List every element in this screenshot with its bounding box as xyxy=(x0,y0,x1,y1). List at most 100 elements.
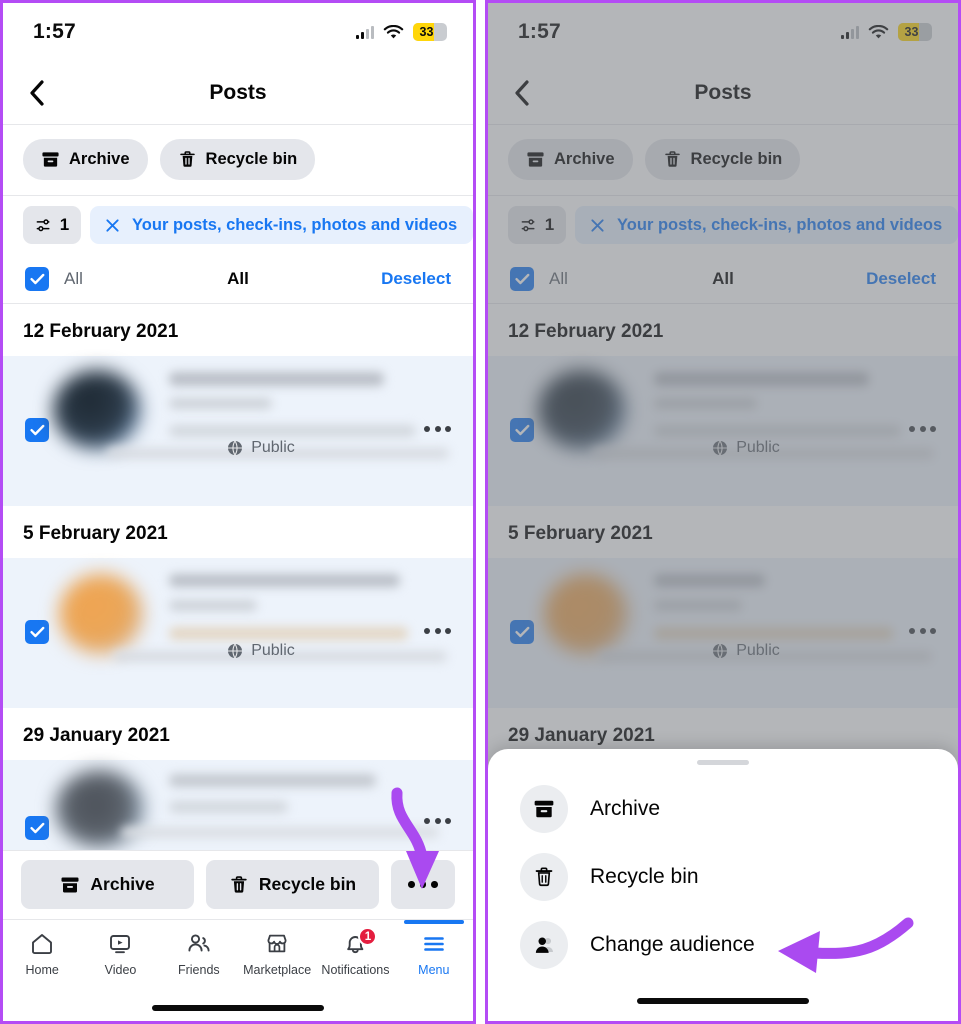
post-row[interactable] xyxy=(3,760,473,852)
archive-box-icon xyxy=(534,800,554,818)
header-chip-archive[interactable]: Archive xyxy=(23,139,148,180)
check-icon xyxy=(29,273,44,284)
post-row[interactable]: Public xyxy=(3,558,473,708)
page-title: Posts xyxy=(694,80,752,104)
status-icons: 33 xyxy=(355,23,447,41)
trash-icon xyxy=(231,875,247,893)
sheet-item-recycle-bin[interactable]: Recycle bin xyxy=(488,843,958,911)
post-date-header: 12 February 2021 xyxy=(488,304,958,356)
marketplace-icon xyxy=(267,934,287,953)
filter-button[interactable]: 1 xyxy=(508,206,566,244)
active-filter-pill[interactable]: Your posts, check-ins, photos and videos xyxy=(575,206,958,244)
check-icon xyxy=(29,626,44,638)
status-bar: 1:57 33 xyxy=(3,3,473,61)
battery-icon: 33 xyxy=(413,23,447,41)
post-privacy-label: Public xyxy=(251,642,295,659)
tab-friends[interactable]: Friends xyxy=(161,931,237,977)
header-chip-recycle-bin[interactable]: Recycle bin xyxy=(159,139,316,180)
back-button[interactable] xyxy=(23,79,51,107)
status-clock: 1:57 xyxy=(33,20,76,43)
globe-icon xyxy=(713,440,728,456)
tab-marketplace-label: Marketplace xyxy=(243,963,312,977)
post-more-button[interactable] xyxy=(424,628,451,634)
post-privacy-label: Public xyxy=(251,439,295,456)
post-more-button[interactable] xyxy=(424,818,451,824)
sheet-item-archive-label: Archive xyxy=(590,797,661,820)
tab-bar-wrap: Home Video Friends Marketplace 1 Notific… xyxy=(3,919,473,995)
archive-icon-circle xyxy=(520,785,568,833)
select-all-checkbox[interactable] xyxy=(510,266,534,291)
post-more-button[interactable] xyxy=(909,426,936,432)
sheet-item-recycle-bin-label: Recycle bin xyxy=(590,865,699,888)
tab-menu[interactable]: Menu xyxy=(396,920,472,977)
check-icon xyxy=(29,424,44,436)
post-sub-line xyxy=(654,600,742,611)
sheet-item-archive[interactable]: Archive xyxy=(488,775,958,843)
post-checkbox[interactable] xyxy=(25,816,49,840)
chevron-left-icon xyxy=(515,79,529,106)
post-checkbox[interactable] xyxy=(25,418,49,442)
post-row[interactable]: Public xyxy=(488,558,958,708)
post-body-line-1 xyxy=(169,627,408,640)
action-recycle-bin-button[interactable]: Recycle bin xyxy=(206,860,379,909)
sliders-icon xyxy=(36,218,50,231)
header-chip-recycle-bin[interactable]: Recycle bin xyxy=(644,139,801,180)
post-row[interactable]: Public xyxy=(3,356,473,506)
post-avatar xyxy=(538,370,626,450)
post-privacy-label: Public xyxy=(736,642,780,659)
post-sub-line xyxy=(169,801,289,813)
notifications-badge: 1 xyxy=(358,927,378,946)
post-title-line xyxy=(654,574,766,587)
status-bar: 1:57 33 xyxy=(488,3,958,61)
select-all-row: All All Deselect xyxy=(3,254,473,304)
filter-button[interactable]: 1 xyxy=(23,206,81,244)
friends-icon xyxy=(188,934,210,952)
post-row[interactable]: Public xyxy=(488,356,958,506)
post-checkbox[interactable] xyxy=(25,620,49,644)
post-more-button[interactable] xyxy=(424,426,451,432)
tab-home[interactable]: Home xyxy=(4,931,80,977)
post-preview-content: Public xyxy=(49,366,473,459)
post-privacy: Public xyxy=(534,642,958,660)
back-button[interactable] xyxy=(508,79,536,107)
select-all-row: All All Deselect xyxy=(488,254,958,304)
page-title: Posts xyxy=(209,80,267,104)
change-audience-icon-circle xyxy=(520,921,568,969)
trash-icon xyxy=(179,151,195,167)
tab-bar: Home Video Friends Marketplace 1 Notific… xyxy=(3,919,473,995)
header-chip-recycle-bin-label: Recycle bin xyxy=(690,150,783,168)
active-filter-pill[interactable]: Your posts, check-ins, photos and videos xyxy=(90,206,473,244)
post-checkbox[interactable] xyxy=(510,620,534,644)
post-more-button[interactable] xyxy=(909,628,936,634)
check-icon xyxy=(29,822,44,834)
screenshot-stage: 1:57 33 Posts Archive Recycle bin 1 Your… xyxy=(0,0,961,1024)
close-x-icon[interactable] xyxy=(104,217,121,234)
tab-notifications[interactable]: 1 Notifications xyxy=(317,927,393,977)
sheet-item-change-audience[interactable]: Change audience xyxy=(488,911,958,979)
select-all-checkbox[interactable] xyxy=(25,266,49,291)
right-screen: 1:57 33 Posts Archive Recycle bin 1 Your… xyxy=(488,3,958,1021)
close-x-icon[interactable] xyxy=(589,217,606,234)
chevron-left-icon xyxy=(30,79,44,106)
bottom-sheet: Archive Recycle bin Change audience xyxy=(488,749,958,1021)
deselect-button[interactable]: Deselect xyxy=(381,269,451,289)
deselect-button[interactable]: Deselect xyxy=(866,269,936,289)
tab-marketplace[interactable]: Marketplace xyxy=(239,931,315,977)
tab-video[interactable]: Video xyxy=(82,931,158,977)
action-archive-button[interactable]: Archive xyxy=(21,860,194,909)
post-avatar xyxy=(53,370,141,450)
hamburger-menu-icon xyxy=(423,937,444,951)
header-chip-archive[interactable]: Archive xyxy=(508,139,633,180)
select-all-label: All xyxy=(64,268,83,288)
battery-icon: 33 xyxy=(898,23,932,41)
post-body-line-1 xyxy=(169,425,416,437)
post-privacy: Public xyxy=(49,439,473,457)
check-icon xyxy=(514,424,529,436)
action-more-button[interactable] xyxy=(391,860,455,909)
sheet-grabber[interactable] xyxy=(488,749,958,775)
post-checkbox[interactable] xyxy=(510,418,534,442)
post-body-line-1 xyxy=(654,627,893,640)
post-privacy-label: Public xyxy=(736,439,780,456)
header-chip-archive-label: Archive xyxy=(554,150,615,168)
post-preview-content: Public xyxy=(534,366,958,459)
